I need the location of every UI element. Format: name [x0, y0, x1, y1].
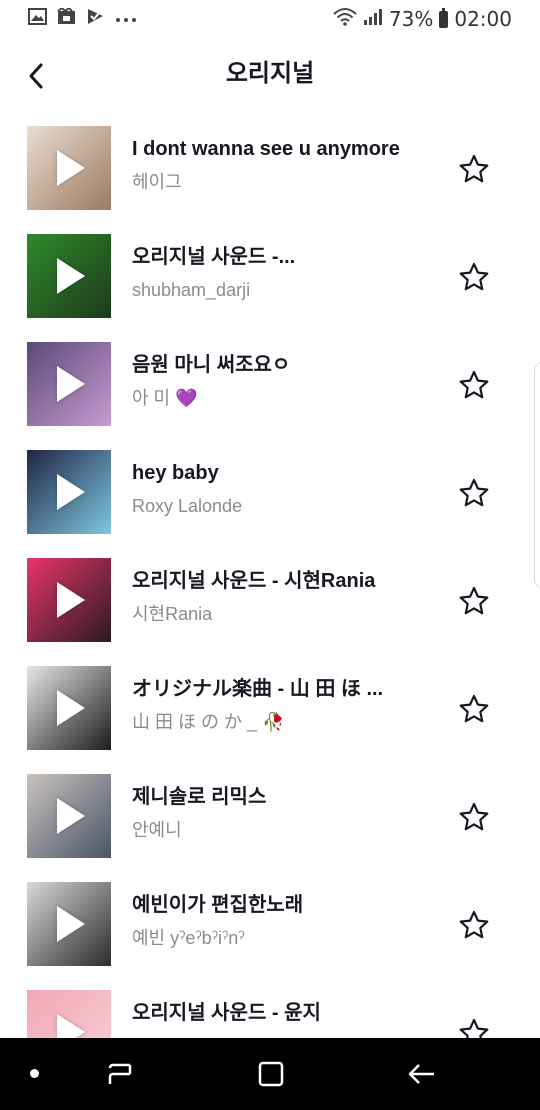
navigation-bar — [0, 1038, 540, 1110]
play-icon[interactable] — [57, 582, 85, 618]
sound-list-item[interactable]: オリジナル楽曲 - 山 田 ほ ... 山 田 ほ の か _ 🥀 — [0, 656, 540, 764]
clock: 02:00 — [454, 7, 512, 31]
favorite-button[interactable] — [456, 476, 492, 510]
star-icon — [459, 694, 489, 723]
star-icon — [459, 910, 489, 939]
check-icon — [86, 8, 105, 30]
favorite-button[interactable] — [456, 584, 492, 618]
back-arrow-icon — [408, 1064, 434, 1084]
sound-author: 안예니 — [132, 820, 182, 840]
star-icon — [459, 262, 489, 291]
sound-list-item[interactable]: 음원 마니 써조요ㅇ 아 미 💜 — [0, 332, 540, 440]
sound-author: Roxy Lalonde — [132, 496, 243, 516]
recent-apps-icon — [108, 1063, 132, 1084]
header: 오리지널 — [0, 44, 540, 108]
sound-cover-thumbnail[interactable] — [27, 342, 111, 426]
sound-cover-thumbnail[interactable] — [27, 774, 111, 858]
sound-title: I dont wanna see u anymore — [132, 138, 400, 160]
wifi-icon — [333, 7, 357, 31]
nav-dot-icon[interactable] — [30, 1069, 39, 1078]
sound-title: 예빈이가 편집한노래 — [132, 894, 304, 916]
favorite-button[interactable] — [456, 152, 492, 186]
back-nav-button[interactable] — [402, 1058, 442, 1090]
edge-panel-handle[interactable] — [534, 362, 540, 588]
sound-list-item[interactable]: 오리지널 사운드 -... shubham_darji — [0, 224, 540, 332]
favorite-button[interactable] — [456, 692, 492, 726]
sound-title: 음원 마니 써조요ㅇ — [132, 354, 291, 376]
sound-title: 오리지널 사운드 - 윤지 — [132, 1002, 321, 1024]
sound-title: 오리지널 사운드 - 시현Rania — [132, 570, 376, 592]
star-icon — [459, 478, 489, 507]
signal-icon — [363, 8, 383, 30]
gallery-icon — [28, 8, 47, 30]
media-icon — [57, 6, 76, 30]
sound-title: オリジナル楽曲 - 山 田 ほ ... — [132, 678, 384, 700]
play-icon[interactable] — [57, 798, 85, 834]
sound-cover-thumbnail[interactable] — [27, 666, 111, 750]
home-button[interactable] — [251, 1058, 291, 1090]
sound-list-item[interactable]: I dont wanna see u anymore 헤이그 — [0, 116, 540, 224]
sound-cover-thumbnail[interactable] — [27, 450, 111, 534]
sound-list-item[interactable]: 오리지널 사운드 - 윤지 — [0, 980, 540, 1038]
star-icon — [459, 370, 489, 399]
sound-list-item[interactable]: 예빈이가 편집한노래예빈 yˀeˀbˀiˀnˀ — [0, 872, 540, 980]
sound-list-item[interactable]: 오리지널 사운드 - 시현Rania 시현Rania — [0, 548, 540, 656]
favorite-button[interactable] — [456, 260, 492, 294]
star-icon — [459, 1018, 489, 1038]
favorite-button[interactable] — [456, 908, 492, 942]
play-icon[interactable] — [57, 366, 85, 402]
more-dots-icon — [115, 10, 137, 28]
sound-list-item[interactable]: hey baby Roxy Lalonde — [0, 440, 540, 548]
sound-cover-thumbnail[interactable] — [27, 126, 111, 210]
battery-percent: 73% — [388, 7, 434, 31]
sound-list-item[interactable]: 제니솔로 리믹스안예니 — [0, 764, 540, 872]
play-icon[interactable] — [57, 150, 85, 186]
sound-cover-thumbnail[interactable] — [27, 558, 111, 642]
home-icon — [258, 1061, 284, 1087]
sound-title: 오리지널 사운드 -... — [132, 246, 296, 268]
sound-author: 아 미 💜 — [132, 388, 198, 408]
play-icon[interactable] — [57, 906, 85, 942]
sound-title: 제니솔로 리믹스 — [132, 786, 267, 808]
play-icon[interactable] — [57, 474, 85, 510]
sound-title: hey baby — [132, 462, 219, 484]
favorite-button[interactable] — [456, 1016, 492, 1038]
sound-author: shubham_darji — [132, 280, 251, 300]
sound-list[interactable]: I dont wanna see u anymore 헤이그오리지널 사운드 -.… — [0, 116, 540, 1038]
favorite-button[interactable] — [456, 368, 492, 402]
sound-author: 시현Rania — [132, 604, 213, 624]
sound-cover-thumbnail[interactable] — [27, 234, 111, 318]
play-icon[interactable] — [57, 258, 85, 294]
star-icon — [459, 154, 489, 183]
sound-author: 헤이그 — [132, 172, 182, 192]
favorite-button[interactable] — [456, 800, 492, 834]
recent-apps-button[interactable] — [100, 1058, 140, 1090]
page-title: 오리지널 — [225, 60, 315, 87]
sound-cover-thumbnail[interactable] — [27, 990, 111, 1038]
play-icon[interactable] — [57, 690, 85, 726]
status-right-icons: 73% 02:00 — [333, 7, 512, 31]
play-icon[interactable] — [57, 1014, 85, 1038]
star-icon — [459, 802, 489, 831]
status-bar: 73% 02:00 — [0, 0, 540, 38]
sound-author: 예빈 yˀeˀbˀiˀnˀ — [132, 928, 245, 948]
star-icon — [459, 586, 489, 615]
sound-author: 山 田 ほ の か _ 🥀 — [132, 712, 285, 732]
status-left-icons — [28, 6, 137, 30]
sound-cover-thumbnail[interactable] — [27, 882, 111, 966]
battery-icon — [439, 7, 449, 28]
